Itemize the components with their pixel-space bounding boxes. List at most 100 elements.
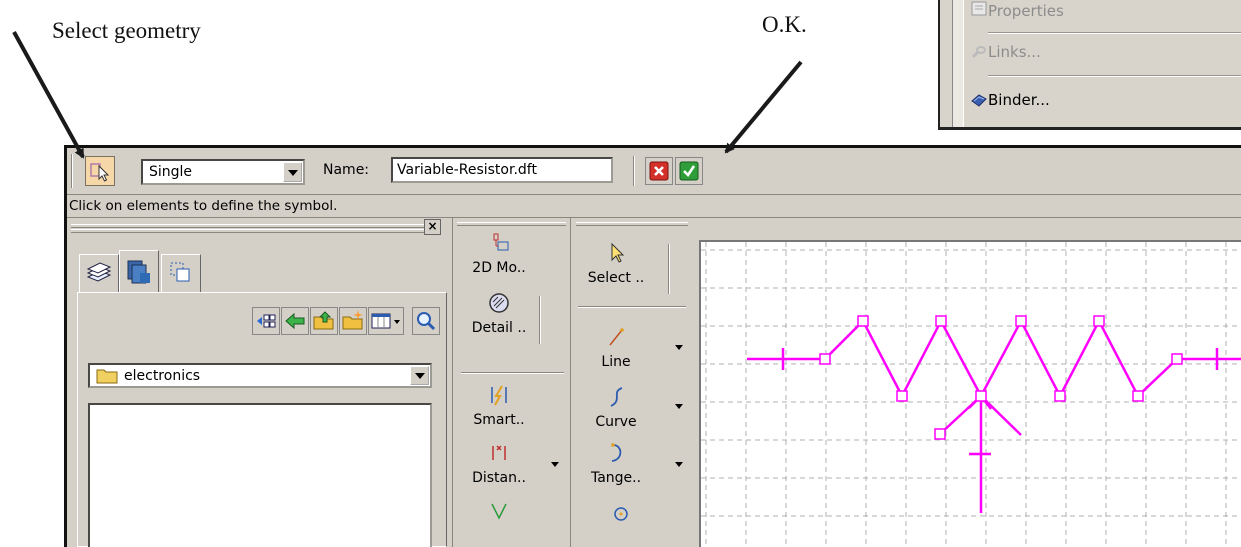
select-geometry-annotation: Select geometry (52, 18, 201, 43)
drawing-canvas[interactable] (699, 240, 1241, 547)
command-column-annotation: 2D Mo.. Detail .. Smart.. Distan.. (453, 218, 571, 547)
library-icon (127, 260, 150, 284)
column-separator (539, 296, 541, 344)
selection-mode-value: Single (149, 164, 193, 180)
application-window: Single Name: Click on elements to define… (64, 145, 1241, 547)
prompt-bar: Click on elements to define the symbol. (67, 195, 1241, 218)
detail-view-button[interactable]: Detail .. (461, 290, 537, 336)
column-grip (457, 222, 566, 226)
column-grip (576, 222, 688, 226)
circle-tool-icon (614, 507, 628, 521)
2d-model-icon (493, 233, 509, 251)
line-tool-button[interactable]: Line (578, 324, 654, 370)
2d-model-label: 2D Mo.. (472, 260, 526, 276)
distance-icon (492, 445, 506, 460)
new-folder-button[interactable] (339, 307, 367, 335)
groups-icon (170, 262, 190, 282)
select-tool-button[interactable]: Select .. (578, 240, 654, 286)
tab-library[interactable] (119, 250, 159, 292)
chevron-down-icon[interactable] (410, 366, 429, 385)
angle-icon (491, 503, 507, 520)
tab-layers[interactable] (79, 254, 119, 292)
menu-item-binder[interactable]: Binder... (988, 87, 1050, 113)
binder-icon (971, 94, 987, 107)
2d-model-view-button[interactable]: 2D Mo.. (461, 230, 537, 276)
command-column-draw: Select .. Line Curve Tange.. (572, 218, 692, 547)
search-icon (417, 312, 436, 331)
distance-label: Distan.. (472, 470, 526, 486)
accept-icon (679, 161, 699, 181)
chevron-down-icon[interactable] (675, 345, 683, 350)
folder-up-icon (313, 311, 334, 330)
tab-groups[interactable] (161, 254, 201, 292)
library-pane: × electronics (67, 218, 453, 547)
distance-between-button[interactable]: Distan.. (461, 440, 537, 486)
menu-separator (988, 75, 1241, 77)
menu-separator (988, 32, 1241, 34)
views-icon (371, 313, 400, 329)
select-geometry-button[interactable] (85, 156, 115, 186)
symbol-toolbar: Single Name: (67, 148, 1241, 195)
views-button[interactable] (368, 307, 404, 335)
tangent-arc-button[interactable]: Tange.. (578, 440, 654, 486)
smart-dimension-label: Smart.. (473, 412, 525, 428)
select-tool-label: Select .. (587, 270, 645, 286)
tangent-arc-icon (611, 443, 622, 462)
smart-dimension-button[interactable]: Smart.. (461, 382, 537, 428)
column-divider (461, 372, 564, 374)
select-arrow-icon (611, 242, 625, 263)
line-icon (609, 328, 624, 346)
back-button[interactable] (281, 307, 309, 335)
ok-arrow (724, 60, 803, 154)
detail-icon (489, 293, 509, 313)
selection-mode-select[interactable]: Single (141, 159, 305, 185)
chevron-down-icon[interactable] (675, 404, 683, 409)
select-geometry-arrow (12, 31, 85, 159)
curve-tool-label: Curve (595, 414, 637, 430)
column-separator (668, 244, 670, 294)
new-folder-icon (342, 310, 363, 330)
grid-lines (701, 242, 1241, 547)
select-geometry-icon (90, 163, 110, 182)
curve-tool-button[interactable]: Curve (578, 384, 654, 430)
chevron-down-icon[interactable] (551, 462, 559, 467)
folder-select[interactable]: electronics (88, 363, 432, 388)
up-folder-button[interactable] (310, 307, 338, 335)
folder-icon (96, 369, 118, 384)
cancel-icon (649, 161, 669, 181)
menu-gutter (952, 0, 964, 127)
detail-label: Detail .. (471, 320, 527, 336)
layers-icon (86, 262, 112, 282)
toolbar-grip (71, 154, 73, 188)
library-file-list[interactable] (88, 403, 432, 547)
line-tool-label: Line (601, 354, 631, 370)
context-menu: Properties Links... Binder... (938, 0, 1241, 130)
links-icon (971, 46, 986, 59)
accept-button[interactable] (675, 157, 703, 185)
pane-close-button[interactable]: × (424, 219, 441, 235)
library-tab-panel: electronics (77, 292, 447, 547)
tangent-arc-label: Tange.. (590, 470, 642, 486)
search-button[interactable] (412, 307, 440, 335)
chevron-down-icon[interactable] (283, 162, 302, 182)
cancel-button[interactable] (645, 157, 673, 185)
properties-icon (971, 1, 987, 16)
view-toggle-button[interactable] (252, 307, 280, 335)
pane-grip (71, 229, 424, 233)
menu-item-properties[interactable]: Properties (988, 0, 1064, 24)
name-label: Name: (323, 162, 370, 178)
grid-view-icon (257, 314, 276, 328)
smart-dimension-icon (491, 385, 507, 406)
pane-grip (71, 224, 424, 228)
ok-annotation: O.K. (762, 12, 807, 37)
toolbar-separator (633, 156, 635, 186)
variable-resistor-symbol (747, 318, 1241, 513)
chevron-down-icon[interactable] (675, 462, 683, 467)
menu-item-links[interactable]: Links... (988, 39, 1041, 65)
folder-name: electronics (124, 368, 201, 384)
symbol-name-input[interactable] (391, 157, 613, 183)
drawing-area (701, 242, 1241, 547)
column-divider (578, 306, 686, 308)
arrow-left-icon (285, 312, 305, 330)
curve-icon (610, 387, 623, 407)
